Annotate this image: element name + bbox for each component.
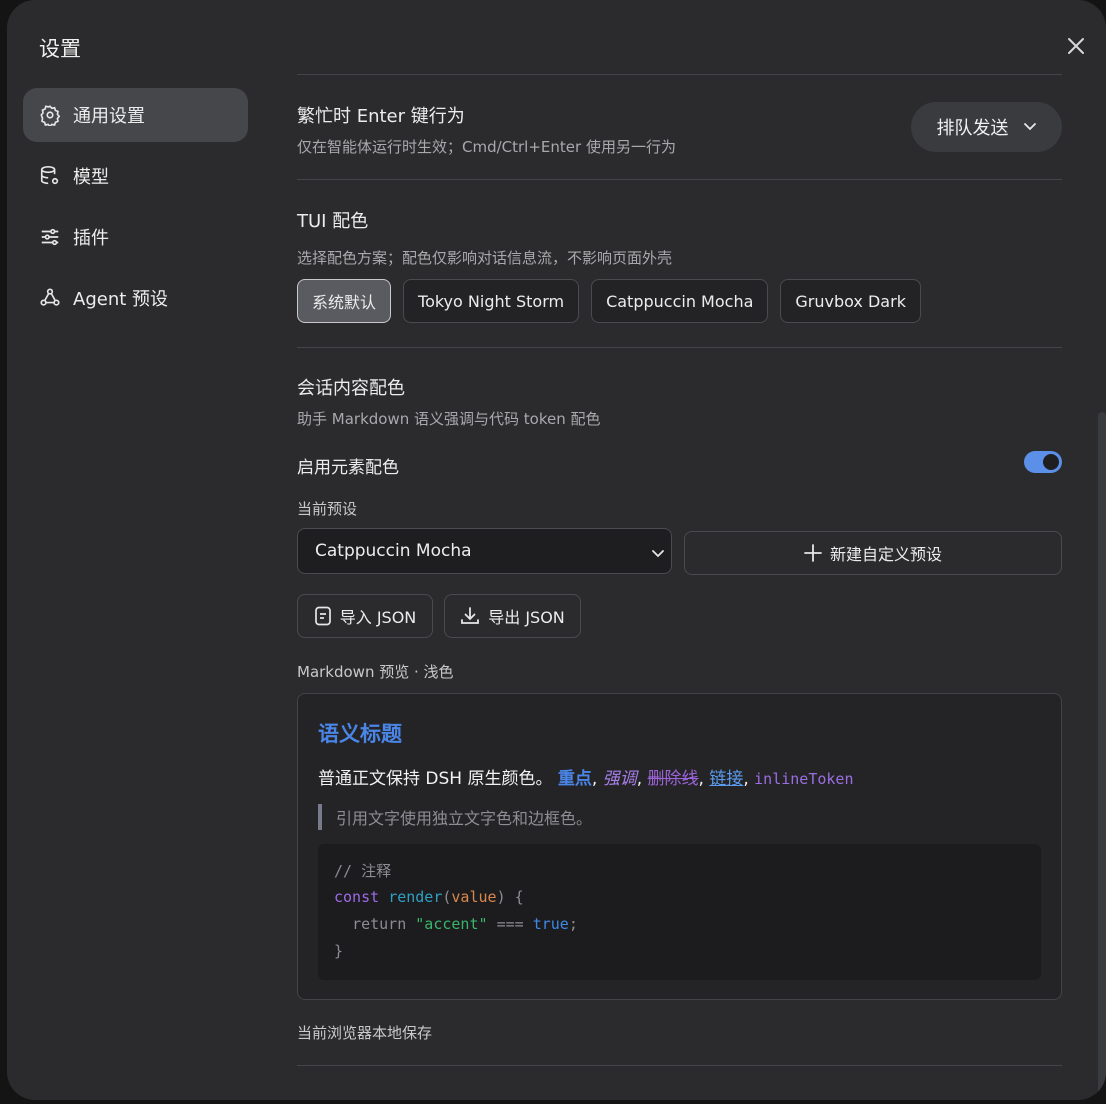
import-json-label: 导入 JSON — [339, 608, 417, 627]
theme-option-catppuccin-mocha[interactable]: Catppuccin Mocha — [591, 279, 769, 323]
sidebar-item-general[interactable]: 通用设置 — [23, 88, 248, 142]
code-brace-close: } — [334, 942, 344, 960]
code-paren-close: ) — [496, 888, 506, 906]
footer-note: 当前浏览器本地保存 — [297, 1024, 433, 1042]
sidebar-item-plugins[interactable]: 插件 — [23, 210, 248, 264]
preview-inline-token: inlineToken — [754, 770, 854, 788]
settings-dialog: 设置 通用设置 模型 插件 Agent 预设 繁忙时 Enter 键行为 仅在智… — [7, 0, 1106, 1100]
element-colors-toggle[interactable] — [1024, 451, 1062, 473]
code-function-name: render — [388, 888, 443, 906]
busy-enter-title: 繁忙时 Enter 键行为 — [297, 106, 465, 127]
code-keyword-return: return — [352, 915, 407, 933]
preview-link[interactable]: 链接 — [709, 769, 743, 789]
plus-icon — [804, 544, 822, 562]
download-icon — [460, 606, 480, 626]
code-string: "accent" — [415, 915, 488, 933]
code-comment: // 注释 — [334, 862, 392, 880]
chevron-down-icon — [1023, 122, 1037, 132]
preset-selected-value: Catppuccin Mocha — [315, 541, 472, 561]
new-custom-preset-label: 新建自定义预设 — [829, 545, 942, 564]
preset-select[interactable]: Catppuccin Mocha — [297, 528, 672, 574]
element-colors-label: 启用元素配色 — [297, 458, 399, 478]
agent-icon — [39, 287, 61, 309]
preview-quote-text: 引用文字使用独立文字色和边框色。 — [336, 809, 593, 828]
preset-label: 当前预设 — [297, 500, 358, 518]
settings-content[interactable]: 繁忙时 Enter 键行为 仅在智能体运行时生效；Cmd/Ctrl+Enter … — [297, 74, 1062, 1100]
code-operator: === — [496, 915, 524, 933]
tui-theme-description: 选择配色方案；配色仅影响对话信息流，不影响页面外壳 — [297, 249, 673, 267]
tui-theme-title: TUI 配色 — [297, 211, 369, 232]
preview-strong: 重点 — [557, 769, 592, 789]
preview-sep: , — [591, 769, 603, 789]
code-brace-open: { — [514, 888, 524, 906]
preview-sep: , — [636, 769, 648, 789]
file-icon — [314, 606, 332, 626]
theme-option-tokyo-night-storm[interactable]: Tokyo Night Storm — [403, 279, 580, 323]
sidebar-item-label: 插件 — [73, 228, 109, 249]
new-custom-preset-button[interactable]: 新建自定义预设 — [684, 531, 1062, 575]
preview-emphasis: 强调 — [602, 769, 637, 789]
export-json-button[interactable]: 导出 JSON — [444, 594, 581, 638]
preview-heading: 语义标题 — [318, 722, 402, 746]
preview-body-text: 普通正文保持 DSH 原生颜色。 — [318, 769, 553, 789]
session-colors-title: 会话内容配色 — [297, 378, 405, 399]
code-param: value — [451, 888, 497, 906]
chevron-down-icon — [651, 544, 665, 564]
busy-enter-selected: 排队发送 — [936, 118, 1009, 139]
preview-blockquote: 引用文字使用独立文字色和边框色。 — [318, 804, 592, 830]
theme-option-gruvbox-dark[interactable]: Gruvbox Dark — [780, 279, 921, 323]
import-json-button[interactable]: 导入 JSON — [297, 594, 433, 638]
dialog-title: 设置 — [39, 37, 81, 61]
sidebar-item-label: 模型 — [73, 167, 109, 188]
preview-sep: , — [698, 769, 710, 789]
preview-label: Markdown 预览 · 浅色 — [297, 663, 454, 681]
divider — [297, 179, 1062, 180]
code-boolean: true — [532, 915, 569, 933]
session-colors-description: 助手 Markdown 语义强调与代码 token 配色 — [297, 410, 601, 428]
busy-enter-description: 仅在智能体运行时生效；Cmd/Ctrl+Enter 使用另一行为 — [297, 138, 676, 156]
sidebar-item-models[interactable]: 模型 — [23, 149, 248, 203]
sidebar-item-label: Agent 预设 — [73, 289, 169, 310]
database-icon — [39, 165, 61, 187]
sidebar: 通用设置 模型 插件 Agent 预设 — [23, 88, 248, 332]
code-semicolon: ; — [568, 915, 578, 933]
divider — [297, 1065, 1062, 1066]
preview-paragraph: 普通正文保持 DSH 原生颜色。 重点, 强调, 删除线, 链接, inline… — [318, 764, 853, 789]
scrollbar[interactable] — [1098, 412, 1106, 1100]
divider — [297, 74, 1062, 75]
gear-icon — [39, 104, 61, 126]
preview-code-block: // 注释 const render(value) { return "acce… — [318, 844, 1041, 980]
busy-enter-select[interactable]: 排队发送 — [911, 102, 1062, 152]
tui-theme-options: 系统默认 Tokyo Night Storm Catppuccin Mocha … — [297, 279, 921, 323]
divider — [297, 347, 1062, 348]
export-json-label: 导出 JSON — [488, 608, 565, 627]
sidebar-item-agent-presets[interactable]: Agent 预设 — [23, 271, 248, 325]
close-icon — [1068, 38, 1084, 54]
preview-sep: , — [743, 769, 755, 789]
sidebar-item-label: 通用设置 — [73, 106, 145, 127]
close-button[interactable] — [1064, 34, 1088, 58]
sliders-icon — [39, 226, 61, 248]
toggle-knob — [1043, 454, 1059, 470]
code-keyword-const: const — [334, 888, 380, 906]
theme-option-system-default[interactable]: 系统默认 — [297, 279, 392, 323]
preview-strike: 删除线 — [647, 769, 699, 789]
markdown-preview: 语义标题 普通正文保持 DSH 原生颜色。 重点, 强调, 删除线, 链接, i… — [297, 693, 1062, 1000]
